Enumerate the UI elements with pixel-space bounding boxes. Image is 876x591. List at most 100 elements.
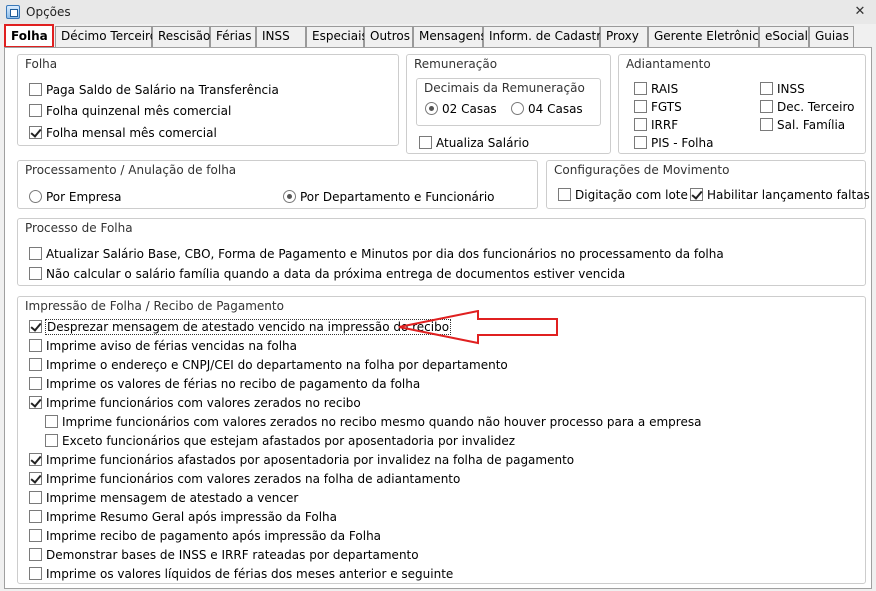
checkbox-label: Digitação com lote <box>575 188 688 202</box>
checkbox-habilitar-faltas[interactable]: Habilitar lançamento faltas <box>690 188 870 203</box>
group-remuneracao: Remuneração Decimais da Remuneração 02 C… <box>406 54 611 154</box>
tab-ferias[interactable]: Férias <box>210 26 256 47</box>
checkbox-paga-saldo[interactable]: Paga Saldo de Salário na Transferência <box>29 83 279 98</box>
tab-rescisao[interactable]: Rescisão <box>152 26 210 47</box>
checkbox-inss[interactable]: INSS <box>760 82 805 97</box>
checkbox-box[interactable] <box>29 491 42 504</box>
checkbox-rais[interactable]: RAIS <box>634 82 678 97</box>
checkbox-box[interactable] <box>634 82 647 95</box>
radio-02-casas[interactable]: 02 Casas <box>425 102 497 117</box>
tab-mensagens[interactable]: Mensagens <box>413 26 487 47</box>
radio-04-casas[interactable]: 04 Casas <box>511 102 583 117</box>
checkbox-box[interactable] <box>760 82 773 95</box>
tab-esocial[interactable]: eSocial <box>759 26 809 47</box>
radio-por-empresa[interactable]: Por Empresa <box>29 190 121 205</box>
checkbox-aviso-ferias[interactable]: Imprime aviso de férias vencidas na folh… <box>29 339 297 354</box>
radio-dot[interactable] <box>283 190 296 203</box>
radio-dot[interactable] <box>425 102 438 115</box>
checkbox-sal-familia[interactable]: Sal. Família <box>760 118 845 133</box>
checkbox-desprezar-atestado[interactable]: Desprezar mensagem de atestado vencido n… <box>29 319 452 335</box>
checkbox-irrf[interactable]: IRRF <box>634 118 678 133</box>
checkbox-folha-quinzenal[interactable]: Folha quinzenal mês comercial <box>29 104 231 119</box>
checkbox-label: Habilitar lançamento faltas <box>707 188 870 202</box>
checkbox-box[interactable] <box>634 136 647 149</box>
checkbox-box[interactable] <box>760 100 773 113</box>
checkbox-nao-calcular-salario-familia[interactable]: Não calcular o salário família quando a … <box>29 267 625 282</box>
checkbox-box[interactable] <box>634 100 647 113</box>
checkbox-valores-ferias[interactable]: Imprime os valores de férias no recibo d… <box>29 377 420 392</box>
checkbox-label: Imprime mensagem de atestado a vencer <box>46 491 299 505</box>
checkbox-label: FGTS <box>651 100 682 114</box>
checkbox-label: Imprime os valores líquidos de férias do… <box>46 567 454 581</box>
checkbox-box[interactable] <box>29 126 42 139</box>
checkbox-box[interactable] <box>29 83 42 96</box>
checkbox-digitacao-lote[interactable]: Digitação com lote <box>558 188 688 203</box>
checkbox-box[interactable] <box>45 415 58 428</box>
checkbox-box[interactable] <box>29 267 42 280</box>
checkbox-zerados-sem-processo[interactable]: Imprime funcionários com valores zerados… <box>45 415 701 430</box>
checkbox-label: Atualiza Salário <box>436 136 530 150</box>
checkbox-box[interactable] <box>29 358 42 371</box>
checkbox-box[interactable] <box>419 136 432 149</box>
checkbox-resumo-geral[interactable]: Imprime Resumo Geral após impressão da F… <box>29 510 337 525</box>
radio-dot[interactable] <box>511 102 524 115</box>
group-title-processamento: Processamento / Anulação de folha <box>25 163 237 177</box>
checkbox-afastados-aposentadoria[interactable]: Imprime funcionários afastados por apose… <box>29 453 574 468</box>
checkbox-exceto-aposentadoria[interactable]: Exceto funcionários que estejam afastado… <box>45 434 515 449</box>
checkbox-label: Sal. Família <box>777 118 846 132</box>
checkbox-box[interactable] <box>29 529 42 542</box>
checkbox-zerados-adiantamento[interactable]: Imprime funcionários com valores zerados… <box>29 472 460 487</box>
checkbox-box[interactable] <box>29 104 42 117</box>
checkbox-box[interactable] <box>29 247 42 260</box>
group-decimais: Decimais da Remuneração 02 Casas 04 Casa… <box>416 78 601 126</box>
tab-gerente-eletronico[interactable]: Gerente Eletrônico <box>648 26 766 47</box>
radio-por-departamento[interactable]: Por Departamento e Funcionário <box>283 190 495 205</box>
checkbox-box[interactable] <box>45 434 58 447</box>
radio-dot[interactable] <box>29 190 42 203</box>
checkbox-label: Desprezar mensagem de atestado vencido n… <box>44 319 452 335</box>
checkbox-box[interactable] <box>29 339 42 352</box>
checkbox-recibo-pagamento[interactable]: Imprime recibo de pagamento após impress… <box>29 529 381 544</box>
checkbox-liquidos-ferias[interactable]: Imprime os valores líquidos de férias do… <box>29 567 453 582</box>
checkbox-box[interactable] <box>29 510 42 523</box>
checkbox-box[interactable] <box>29 567 42 580</box>
tab-decimo-terceiro[interactable]: Décimo Terceiro <box>55 26 157 47</box>
checkbox-label: Imprime funcionários com valores zerados… <box>46 396 361 410</box>
checkbox-box[interactable] <box>558 188 571 201</box>
checkbox-pis-folha[interactable]: PIS - Folha <box>634 136 713 151</box>
group-title-movimento: Configurações de Movimento <box>554 163 730 177</box>
group-folha: Folha Paga Saldo de Salário na Transferê… <box>17 54 399 146</box>
tab-inform-cadastro[interactable]: Inform. de Cadastro <box>483 26 608 47</box>
tab-folha[interactable]: Folha <box>4 24 54 48</box>
checkbox-label: IRRF <box>651 118 679 132</box>
checkbox-label: Imprime o endereço e CNPJ/CEI do departa… <box>46 358 508 372</box>
checkbox-box[interactable] <box>29 377 42 390</box>
checkbox-fgts[interactable]: FGTS <box>634 100 682 115</box>
checkbox-atestado-vencer[interactable]: Imprime mensagem de atestado a vencer <box>29 491 298 506</box>
checkbox-folha-mensal[interactable]: Folha mensal mês comercial <box>29 126 217 141</box>
group-title-processo: Processo de Folha <box>25 221 133 235</box>
checkbox-label: Folha mensal mês comercial <box>46 126 217 140</box>
checkbox-box[interactable] <box>634 118 647 131</box>
checkbox-atualiza-salario[interactable]: Atualiza Salário <box>419 136 529 151</box>
tab-proxy[interactable]: Proxy <box>600 26 648 47</box>
checkbox-bases-rateadas[interactable]: Demonstrar bases de INSS e IRRF rateadas… <box>29 548 419 563</box>
checkbox-atualizar-salario-base[interactable]: Atualizar Salário Base, CBO, Forma de Pa… <box>29 247 724 262</box>
checkbox-dec-terceiro[interactable]: Dec. Terceiro <box>760 100 855 115</box>
tab-outros[interactable]: Outros <box>364 26 413 47</box>
checkbox-box[interactable] <box>29 396 42 409</box>
group-processo: Processo de Folha Atualizar Salário Base… <box>17 218 866 286</box>
checkbox-box[interactable] <box>690 188 703 201</box>
tab-inss[interactable]: INSS <box>256 26 306 47</box>
close-icon[interactable]: ✕ <box>850 3 870 21</box>
tab-guias[interactable]: Guias <box>809 26 854 47</box>
checkbox-box[interactable] <box>29 320 42 333</box>
tab-especiais[interactable]: Especiais <box>306 26 368 47</box>
checkbox-box[interactable] <box>760 118 773 131</box>
checkbox-box[interactable] <box>29 472 42 485</box>
group-title-remuneracao: Remuneração <box>414 57 498 71</box>
checkbox-box[interactable] <box>29 453 42 466</box>
checkbox-box[interactable] <box>29 548 42 561</box>
checkbox-zerados-recibo[interactable]: Imprime funcionários com valores zerados… <box>29 396 361 411</box>
checkbox-endereco-cnpj[interactable]: Imprime o endereço e CNPJ/CEI do departa… <box>29 358 508 373</box>
